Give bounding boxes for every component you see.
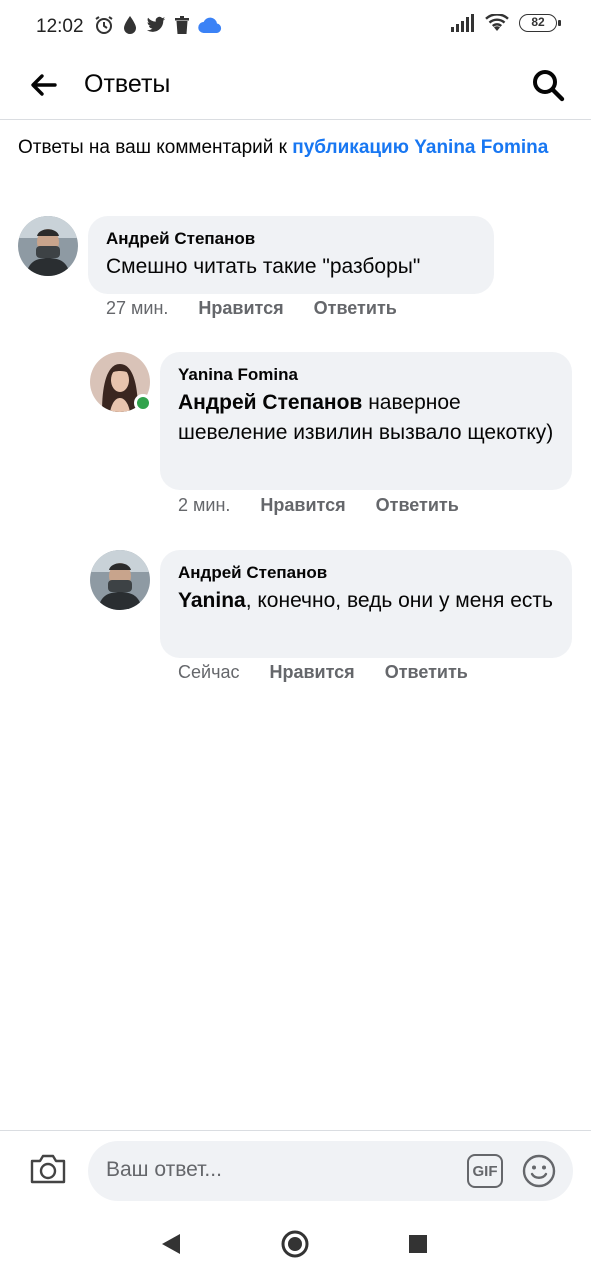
comment-text: Андрей Степанов наверное шевеление извил… [178, 388, 554, 448]
status-bar: 12:02 82 [0, 0, 591, 54]
emoji-button[interactable] [521, 1153, 557, 1189]
status-time: 12:02 [36, 16, 84, 37]
drop-icon [124, 16, 136, 34]
gif-button[interactable]: GIF [467, 1154, 503, 1188]
like-button[interactable]: Нравится [260, 495, 345, 516]
reply-button[interactable]: Ответить [376, 495, 459, 516]
twitter-icon [146, 16, 166, 32]
comment-author[interactable]: Андрей Степанов [178, 562, 554, 584]
nav-back-icon[interactable] [160, 1232, 182, 1256]
search-button[interactable] [529, 66, 567, 104]
system-nav-bar [0, 1210, 591, 1280]
camera-icon [30, 1154, 66, 1184]
comment-actions: 27 мин. Нравится Ответить [106, 298, 397, 319]
comment-author[interactable]: Yanina Fomina [178, 364, 554, 386]
online-status-dot [134, 394, 152, 412]
avatar[interactable] [18, 216, 78, 276]
comment-actions: Сейчас Нравится Ответить [178, 662, 468, 683]
signal-icon [451, 14, 474, 32]
avatar[interactable] [90, 550, 150, 610]
back-button[interactable] [26, 68, 60, 102]
search-icon [533, 70, 565, 102]
reply-composer: Ваш ответ... GIF [0, 1130, 591, 1210]
comment-bubble: Yanina Fomina Андрей Степанов наверное ш… [160, 352, 572, 490]
reply-button[interactable]: Ответить [314, 298, 397, 319]
avatar-image [90, 550, 150, 610]
comment-time[interactable]: 2 мин. [178, 495, 230, 516]
battery-icon: 82 [519, 14, 561, 32]
post-link[interactable]: публикацию Yanina Fomina [292, 137, 548, 158]
comment-reply: Yanina Fomina Андрей Степанов наверное ш… [0, 352, 591, 522]
status-system-icons: 82 [451, 14, 561, 32]
trash-icon [175, 15, 189, 34]
comment-body: Смешно читать такие "разборы" [106, 255, 421, 278]
comment-text: Yanina, конечно, ведь они у меня есть [178, 586, 554, 616]
reply-context: Ответы на ваш комментарий к публикацию Y… [18, 136, 558, 160]
comment-text: Смешно читать такие "разборы" [106, 252, 476, 282]
nav-home-icon[interactable] [281, 1230, 309, 1258]
wifi-icon [485, 14, 509, 31]
cloud-icon [198, 17, 222, 33]
nav-recents-icon[interactable] [408, 1234, 428, 1254]
app-header: Ответы [0, 54, 591, 120]
comment-time[interactable]: 27 мин. [106, 298, 168, 319]
comment-bubble: Андрей Степанов Смешно читать такие "раз… [88, 216, 494, 294]
mention-link[interactable]: Yanina [178, 589, 246, 612]
context-text: Ответы на ваш комментарий к [18, 137, 293, 158]
arrow-left-icon [31, 74, 57, 96]
reply-input[interactable]: Ваш ответ... GIF [88, 1141, 573, 1201]
page-title: Ответы [84, 70, 171, 98]
emoji-icon [522, 1154, 556, 1188]
comment-time[interactable]: Сейчас [178, 662, 239, 683]
camera-button[interactable] [28, 1149, 68, 1189]
status-notification-icons [94, 15, 222, 35]
reply-placeholder: Ваш ответ... [106, 1158, 222, 1181]
comment-author[interactable]: Андрей Степанов [106, 228, 476, 250]
comment-root: Андрей Степанов Смешно читать такие "раз… [0, 216, 591, 326]
comment-body: , конечно, ведь они у меня есть [245, 589, 553, 612]
like-button[interactable]: Нравится [198, 298, 283, 319]
mention-link[interactable]: Андрей Степанов [178, 391, 362, 414]
comment-actions: 2 мин. Нравится Ответить [178, 495, 459, 516]
comment-reply: Андрей Степанов Yanina, конечно, ведь он… [0, 550, 591, 690]
like-button[interactable]: Нравится [269, 662, 354, 683]
alarm-icon [95, 16, 113, 34]
reply-button[interactable]: Ответить [385, 662, 468, 683]
comment-bubble: Андрей Степанов Yanina, конечно, ведь он… [160, 550, 572, 658]
avatar-image [18, 216, 78, 276]
